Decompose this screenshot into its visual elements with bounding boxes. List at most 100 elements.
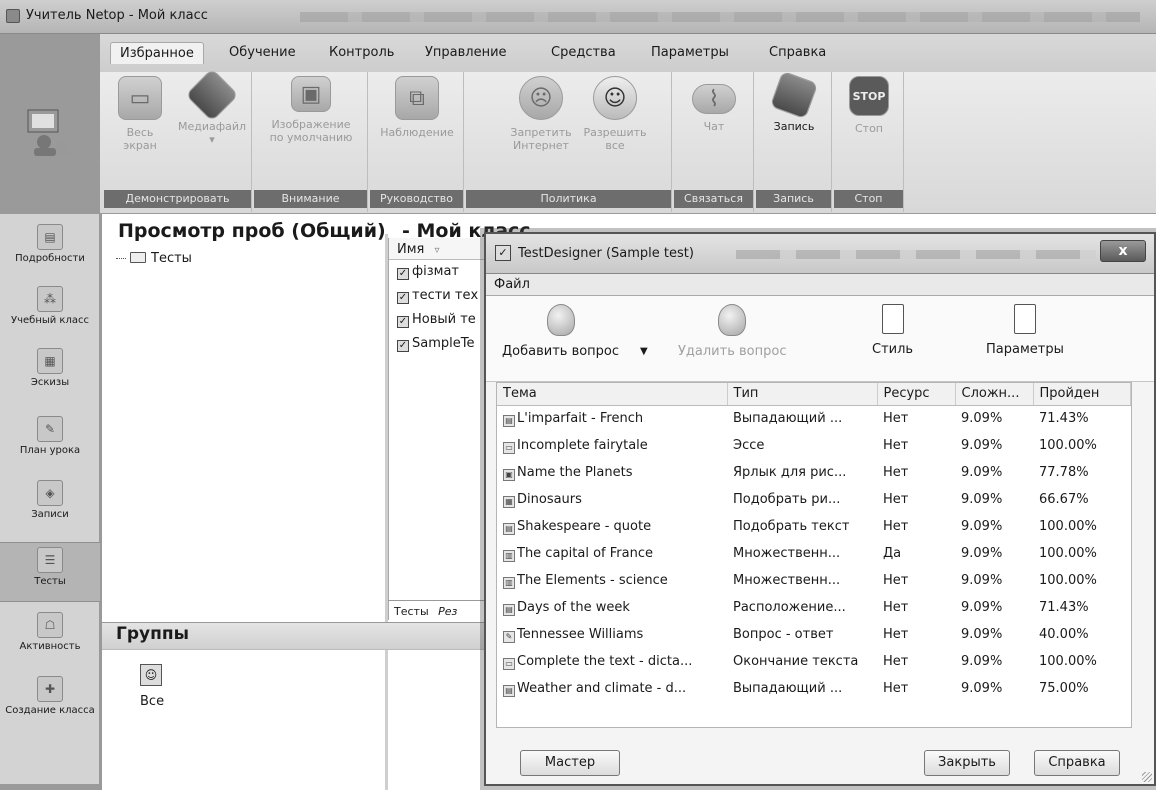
- sidebar-item-label: Учебный класс: [11, 315, 89, 326]
- ribbon-group-label-stop: Стоп: [834, 190, 903, 208]
- tab-management[interactable]: Управление: [416, 42, 516, 63]
- group-all-icon[interactable]: ☺: [140, 664, 162, 686]
- sidebar-item-details[interactable]: ▤ Подробности: [0, 224, 100, 264]
- table-row[interactable]: ▦ Dinosaurs Подобрать ри... Нет 9.09% 66.67%: [497, 486, 1131, 513]
- add-question-label: Добавить вопрос: [502, 344, 620, 359]
- tab-parameters[interactable]: Параметры: [642, 42, 738, 63]
- sidebar-item-recordings[interactable]: ◈ Записи: [0, 480, 100, 520]
- table-row[interactable]: ▥ The Elements - science Множественн... Нет…: [497, 567, 1131, 594]
- style-button[interactable]: Стиль: [872, 304, 913, 357]
- add-question-button[interactable]: Добавить вопрос: [502, 304, 619, 359]
- chat-label: Чат: [703, 120, 725, 133]
- sidebar-item-tests[interactable]: ☰ Тесты: [0, 542, 100, 602]
- thumbnails-icon: ▦: [37, 348, 63, 374]
- cell-resource: Нет: [883, 411, 909, 427]
- allow-all-button[interactable]: ☺ Разрешить все: [580, 76, 650, 152]
- column-header-passed[interactable]: Пройден: [1033, 383, 1131, 406]
- cell-topic-text: The Elements - science: [517, 572, 668, 588]
- column-header-topic[interactable]: Тема: [497, 383, 728, 406]
- table-row[interactable]: ▤ Weather and climate - d... Выпадающий ..…: [497, 675, 1131, 702]
- table-row[interactable]: ▤ L'imparfait - French Выпадающий ... Нет 9.…: [497, 405, 1131, 432]
- cell-topic: ✎ Tennessee Williams: [497, 621, 727, 648]
- sad-face-icon: ☹: [519, 76, 563, 120]
- list-item[interactable]: ✓ фізмат: [389, 260, 498, 284]
- sidebar-item-label: План урока: [19, 445, 81, 456]
- chat-button[interactable]: ⌇ Чат: [682, 76, 746, 133]
- ribbon-tabs: Избранное Обучение Контроль Управление С…: [100, 34, 1156, 72]
- sidebar-item-label: Подробности: [15, 253, 85, 264]
- tab-results[interactable]: Рез: [438, 605, 457, 618]
- cell-type: Ярлык для рис...: [733, 465, 847, 480]
- table-row[interactable]: ✎ Tennessee Williams Вопрос - ответ Нет 9.09…: [497, 621, 1131, 648]
- column-header-difficulty[interactable]: Сложн...: [955, 383, 1034, 406]
- stop-button[interactable]: STOP Стоп: [840, 76, 898, 135]
- film-reel-icon: ◈: [37, 480, 63, 506]
- sidebar-item-create-class[interactable]: ✚ Создание класса: [0, 676, 100, 716]
- mediafile-button[interactable]: Медиафайл ▾: [176, 68, 248, 146]
- delete-question-button[interactable]: Удалить вопрос: [678, 304, 786, 359]
- add-question-dropdown-icon[interactable]: ▼: [640, 346, 648, 357]
- class-overview-icon[interactable]: [22, 108, 74, 158]
- tab-help[interactable]: Справка: [760, 42, 835, 63]
- sidebar-item-activity[interactable]: ☖ Активность: [0, 612, 100, 652]
- list-item[interactable]: ✓ тести тех: [389, 284, 498, 308]
- parameters-document-icon: [1013, 304, 1036, 334]
- question-type-icon: ▤: [503, 522, 515, 535]
- tab-tools[interactable]: Средства: [542, 42, 625, 63]
- question-type-icon: ✎: [503, 630, 515, 643]
- close-button[interactable]: x: [1100, 240, 1146, 262]
- record-label: Запись: [773, 120, 815, 133]
- tab-favorites[interactable]: Избранное: [110, 42, 204, 64]
- window-title-blur: [300, 12, 1140, 22]
- test-file-icon: ✓: [397, 268, 409, 280]
- resize-grip[interactable]: [1142, 772, 1152, 782]
- sidebar-item-classroom[interactable]: ⁂ Учебный класс: [0, 286, 100, 326]
- cell-topic: ▭ Incomplete fairytale: [497, 432, 727, 459]
- cell-topic-text: Complete the text - dicta...: [517, 653, 693, 669]
- tab-control[interactable]: Контроль: [320, 42, 403, 63]
- cell-topic: ▣ Name the Planets: [497, 459, 727, 486]
- menu-file[interactable]: Файл: [494, 277, 530, 292]
- cell-topic-text: Weather and climate - d...: [517, 680, 687, 696]
- sidebar-item-thumbnails[interactable]: ▦ Эскизы: [0, 348, 100, 388]
- help-button[interactable]: Справка: [1034, 750, 1120, 776]
- column-header-resource[interactable]: Ресурс: [877, 383, 956, 406]
- table-row[interactable]: ▤ Shakespeare - quote Подобрать текст Нет 9.…: [497, 513, 1131, 540]
- sidebar-item-lesson-plan[interactable]: ✎ План урока: [0, 416, 100, 456]
- default-image-button[interactable]: ▣ Изображение по умолчанию: [260, 76, 362, 144]
- fullscreen-button[interactable]: ▭ Весь экран: [110, 76, 170, 152]
- table-row[interactable]: ▥ The capital of France Множественн... Да 9.…: [497, 540, 1131, 567]
- tree-item-tests[interactable]: Тесты: [116, 251, 192, 266]
- delete-question-label: Удалить вопрос: [678, 344, 787, 359]
- cell-passed: 77.78%: [1039, 465, 1089, 480]
- question-type-icon: ▥: [503, 549, 515, 562]
- question-type-icon: ▣: [503, 468, 515, 481]
- list-item[interactable]: ✓ Новый те: [389, 308, 498, 332]
- table-row[interactable]: ▤ Days of the week Расположение... Нет 9.09%…: [497, 594, 1131, 621]
- sidebar: ▤ Подробности ⁂ Учебный класс ▦ Эскизы ✎…: [0, 214, 100, 784]
- tab-learning[interactable]: Обучение: [220, 42, 305, 63]
- list-item[interactable]: ✓ SampleTe: [389, 332, 498, 356]
- parameters-button[interactable]: Параметры: [986, 304, 1064, 357]
- ribbon-group-label-guidance: Руководство: [370, 190, 463, 208]
- table-row[interactable]: ▭ Incomplete fairytale Эссе Нет 9.09% 100.00%: [497, 432, 1131, 459]
- table-row[interactable]: ▭ Complete the text - dicta... Окончание т…: [497, 648, 1131, 675]
- mediafile-dropdown-icon[interactable]: ▾: [176, 133, 248, 146]
- ribbon-group-label-connect: Связаться: [674, 190, 753, 208]
- close-dialog-button[interactable]: Закрыть: [924, 750, 1010, 776]
- block-internet-button[interactable]: ☹ Запретить Интернет: [506, 76, 576, 152]
- style-label: Стиль: [872, 342, 914, 357]
- observation-button[interactable]: ⧉ Наблюдение: [374, 76, 460, 139]
- table-row[interactable]: ▣ Name the Planets Ярлык для рис... Нет 9.09…: [497, 459, 1131, 486]
- wizard-button[interactable]: Мастер: [520, 750, 620, 776]
- column-header-name[interactable]: Имя ▿: [389, 238, 498, 260]
- record-button[interactable]: Запись: [762, 70, 826, 133]
- group-all-label[interactable]: Все: [140, 694, 164, 709]
- column-header-type[interactable]: Тип: [727, 383, 878, 406]
- tab-tests[interactable]: Тесты: [394, 605, 429, 618]
- list-item-label: фізмат: [412, 264, 459, 279]
- dialog-titlebar[interactable]: ✓ TestDesigner (Sample test) x: [486, 234, 1154, 274]
- cell-resource: Нет: [883, 465, 909, 480]
- cell-topic: ▥ The capital of France: [497, 540, 727, 567]
- classroom-icon: ⁂: [37, 286, 63, 312]
